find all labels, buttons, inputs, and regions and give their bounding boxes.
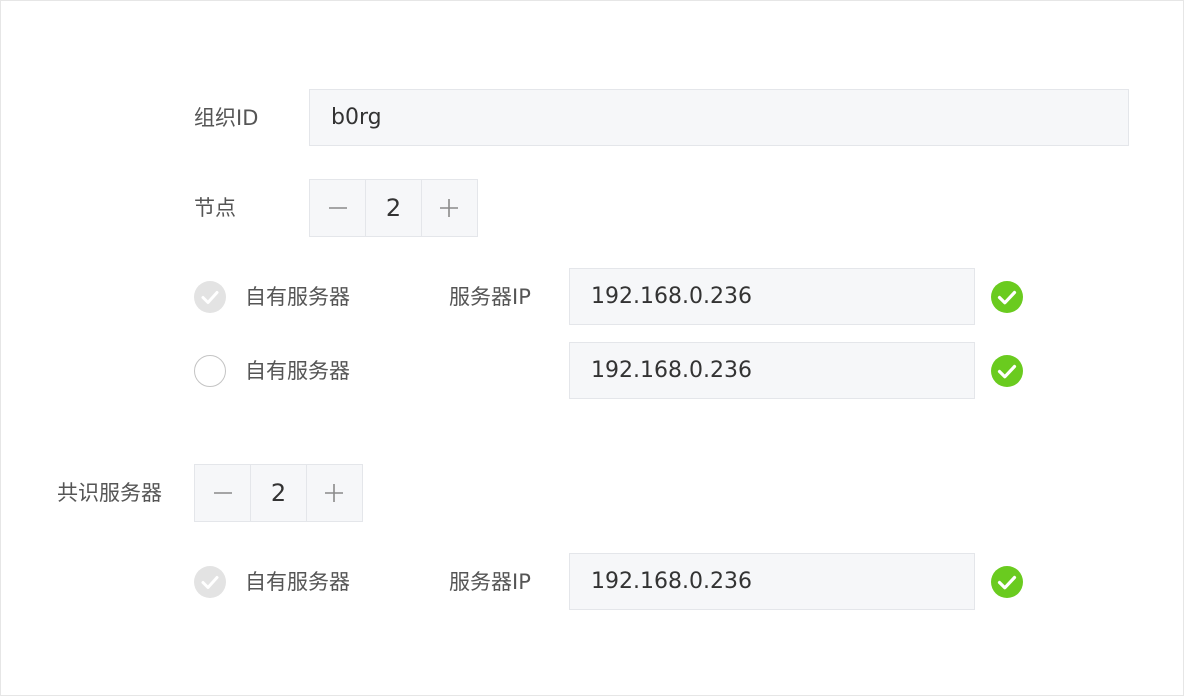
node-2-check-circle-icon: [991, 355, 1023, 387]
node-1-server-ip-label: 服务器IP: [449, 285, 531, 309]
consensus-1-server-ip-input[interactable]: 192.168.0.236: [569, 553, 975, 610]
consensus-label: 共识服务器: [57, 481, 162, 505]
node-1-server-ip-input[interactable]: 192.168.0.236: [569, 268, 975, 325]
node-2-server-ip-input[interactable]: 192.168.0.236: [569, 342, 975, 399]
plus-icon: [440, 199, 459, 217]
minus-icon: [213, 492, 232, 494]
node-2-own-server-radio[interactable]: [194, 355, 226, 387]
consensus-count[interactable]: 2: [250, 465, 307, 521]
plus-icon: [325, 484, 344, 502]
nodes-label: 节点: [194, 196, 236, 220]
consensus-1-own-server-radio[interactable]: [194, 566, 226, 598]
org-id-input[interactable]: b0rg: [309, 89, 1129, 146]
form-panel: 组织ID b0rg 节点 2 自有服务器 服务器IP 192.168.0.236…: [0, 0, 1184, 696]
consensus-decrement-button[interactable]: [195, 465, 250, 521]
nodes-decrement-button[interactable]: [310, 180, 365, 236]
nodes-count[interactable]: 2: [365, 180, 422, 236]
node-1-check-circle-icon: [991, 281, 1023, 313]
node-2-own-server-label: 自有服务器: [245, 359, 350, 383]
org-id-label: 组织ID: [194, 106, 259, 130]
minus-icon: [328, 207, 347, 209]
node-1-own-server-label: 自有服务器: [245, 285, 350, 309]
consensus-1-check-circle-icon: [991, 566, 1023, 598]
nodes-increment-button[interactable]: [422, 180, 477, 236]
consensus-increment-button[interactable]: [307, 465, 362, 521]
consensus-1-server-ip-label: 服务器IP: [449, 570, 531, 594]
consensus-1-own-server-label: 自有服务器: [245, 570, 350, 594]
node-1-own-server-radio[interactable]: [194, 281, 226, 313]
nodes-stepper: 2: [309, 179, 478, 237]
radio-checked-icon: [201, 576, 219, 589]
radio-checked-icon: [201, 291, 219, 304]
consensus-stepper: 2: [194, 464, 363, 522]
